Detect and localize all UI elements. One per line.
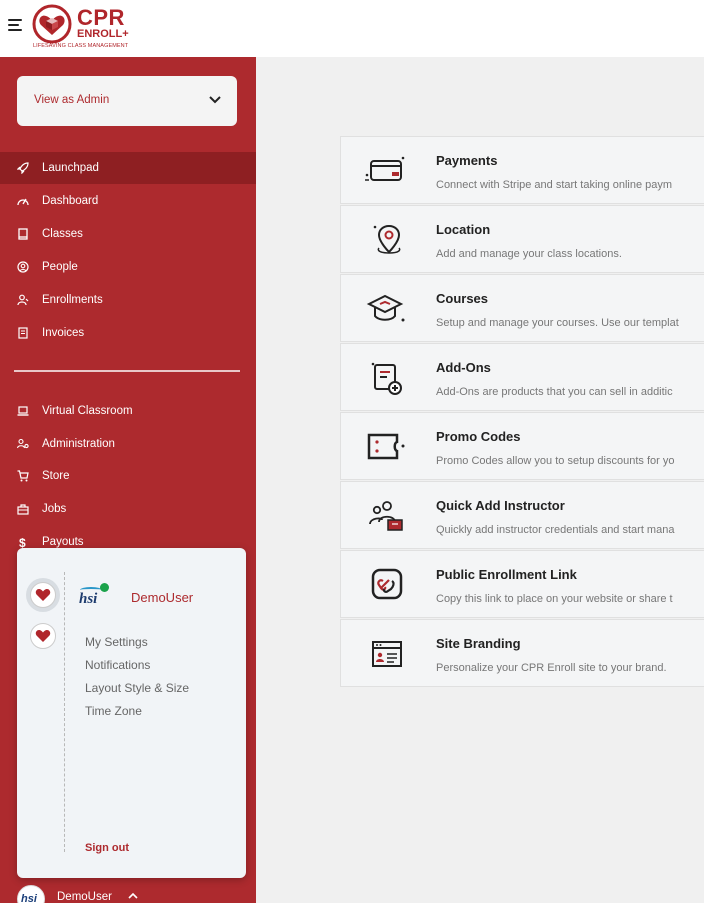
sidebar-item-enrollments[interactable]: Enrollments [0,284,256,316]
launchpad-card-location[interactable]: Location Add and manage your class locat… [340,205,704,273]
logo-cpr-text: CPR [77,5,125,30]
card-title: Quick Add Instructor [436,498,565,513]
notifications-link[interactable]: Notifications [85,658,150,672]
hamburger-menu-icon[interactable] [8,19,23,31]
ticket-icon [367,433,405,460]
sidebar-item-dashboard[interactable]: Dashboard [0,185,256,217]
org-avatar-text: hsi [21,893,37,903]
logo-tagline: LIFESAVING CLASS MANAGEMENT [33,43,129,49]
view-as-value: View as Admin [34,94,110,106]
view-as-select[interactable]: View as Admin [17,76,237,126]
card-title: Add-Ons [436,360,491,375]
logo-heart-box-icon [32,4,72,44]
sidebar-item-administration[interactable]: Administration [0,428,256,460]
layout-style-size-link[interactable]: Layout Style & Size [85,681,189,695]
launchpad-card-payments[interactable]: Payments Connect with Stripe and start t… [340,136,704,204]
cpr-enroll-logo[interactable]: CPR ENROLL+ LIFESAVING CLASS MANAGEMENT [32,4,142,50]
account-user-name: DemoUser [57,891,112,903]
account-switch-avatar-selected[interactable] [30,582,56,608]
account-menu-toggle[interactable]: hsi DemoUser [17,885,217,903]
sidebar-item-classes[interactable]: Classes [0,218,256,250]
account-popover: hsi DemoUser My Settings Notifications L… [17,548,246,878]
top-header: CPR ENROLL+ LIFESAVING CLASS MANAGEMENT [0,0,704,57]
card-title: Location [436,222,491,237]
org-logo: hsi [77,583,109,611]
sidebar-item-label: Classes [42,228,83,240]
sidebar-item-label: Enrollments [42,294,103,306]
graduation-cap-icon [366,294,405,322]
card-title: Site Branding [436,636,521,651]
launchpad-card-courses[interactable]: Courses Setup and manage your courses. U… [340,274,704,342]
location-pin-icon [373,224,401,254]
card-description: Quickly add instructor credentials and s… [436,524,675,536]
sign-out-link[interactable]: Sign out [85,842,129,854]
sidebar-item-label: Dashboard [42,195,99,207]
launchpad-card-site-branding[interactable]: Site Branding Personalize your CPR Enrol… [340,619,704,687]
account-switch-avatar[interactable] [30,623,56,649]
svg-text:$: $ [19,536,26,548]
sidebar-item-people[interactable]: People [0,251,256,283]
card-description: Add and manage your class locations. [436,248,622,260]
instructor-icon [369,501,403,531]
browser-id-icon [372,641,402,667]
sidebar-item-launchpad[interactable]: Launchpad [0,152,256,184]
card-title: Public Enrollment Link [436,567,577,582]
list-add-icon [371,362,402,395]
card-description: Add-Ons are products that you can sell i… [436,386,673,398]
chevron-up-icon [128,892,138,899]
online-status-dot [100,583,109,592]
sidebar-item-store[interactable]: Store [0,460,256,492]
card-description: Promo Codes allow you to setup discounts… [436,455,675,467]
logo-enroll-text: ENROLL+ [77,28,129,40]
launchpad-card-add-ons[interactable]: Add-Ons Add-Ons are products that you ca… [340,343,704,411]
card-description: Setup and manage your courses. Use our t… [436,317,679,329]
launchpad-card-promo-codes[interactable]: Promo Codes Promo Codes allow you to set… [340,412,704,480]
card-title: Promo Codes [436,429,521,444]
sidebar-item-jobs[interactable]: Jobs [0,493,256,525]
card-description: Copy this link to place on your website … [436,593,673,605]
receipt-icon [18,327,28,339]
sidebar-item-label: Virtual Classroom [42,405,133,417]
popover-divider [64,572,65,852]
org-avatar: hsi [17,885,45,903]
card-title: Payments [436,153,498,168]
sidebar-item-label: Store [42,470,70,482]
admin-users-icon [17,438,29,449]
launchpad-card-quick-add-instructor[interactable]: Quick Add Instructor Quickly add instruc… [340,481,704,549]
user-add-icon [17,294,29,306]
sidebar-item-invoices[interactable]: Invoices [0,317,256,349]
sidebar-item-label: Launchpad [42,162,99,174]
briefcase-icon [17,504,29,515]
sidebar-divider [14,370,240,372]
sidebar-item-label: Jobs [42,503,67,515]
gauge-icon [17,198,29,206]
credit-card-icon [365,156,405,181]
sidebar-item-virtual-classroom[interactable]: Virtual Classroom [0,395,256,427]
rocket-icon [17,162,29,174]
card-description: Personalize your CPR Enroll site to your… [436,662,667,674]
cart-icon [17,470,29,482]
my-settings-link[interactable]: My Settings [85,635,148,649]
card-title: Courses [436,291,489,306]
sidebar-item-label: People [42,261,78,273]
laptop-icon [17,406,29,416]
card-description: Connect with Stripe and start taking onl… [436,179,673,191]
link-icon [371,568,403,600]
book-icon [18,228,28,240]
org-logo-text: hsi [79,591,98,607]
chevron-down-icon [209,96,221,104]
sidebar-item-label: Administration [42,438,115,450]
heart-logo-icon [35,588,51,601]
sidebar-item-label: Payouts [42,536,84,548]
sidebar-item-label: Invoices [42,327,85,339]
dollar-icon: $ [19,536,26,548]
time-zone-link[interactable]: Time Zone [85,704,142,718]
launchpad-card-public-enrollment-link[interactable]: Public Enrollment Link Copy this link to… [340,550,704,618]
person-circle-icon [17,261,29,273]
heart-logo-icon [35,629,51,642]
popover-user-name: DemoUser [131,590,194,605]
